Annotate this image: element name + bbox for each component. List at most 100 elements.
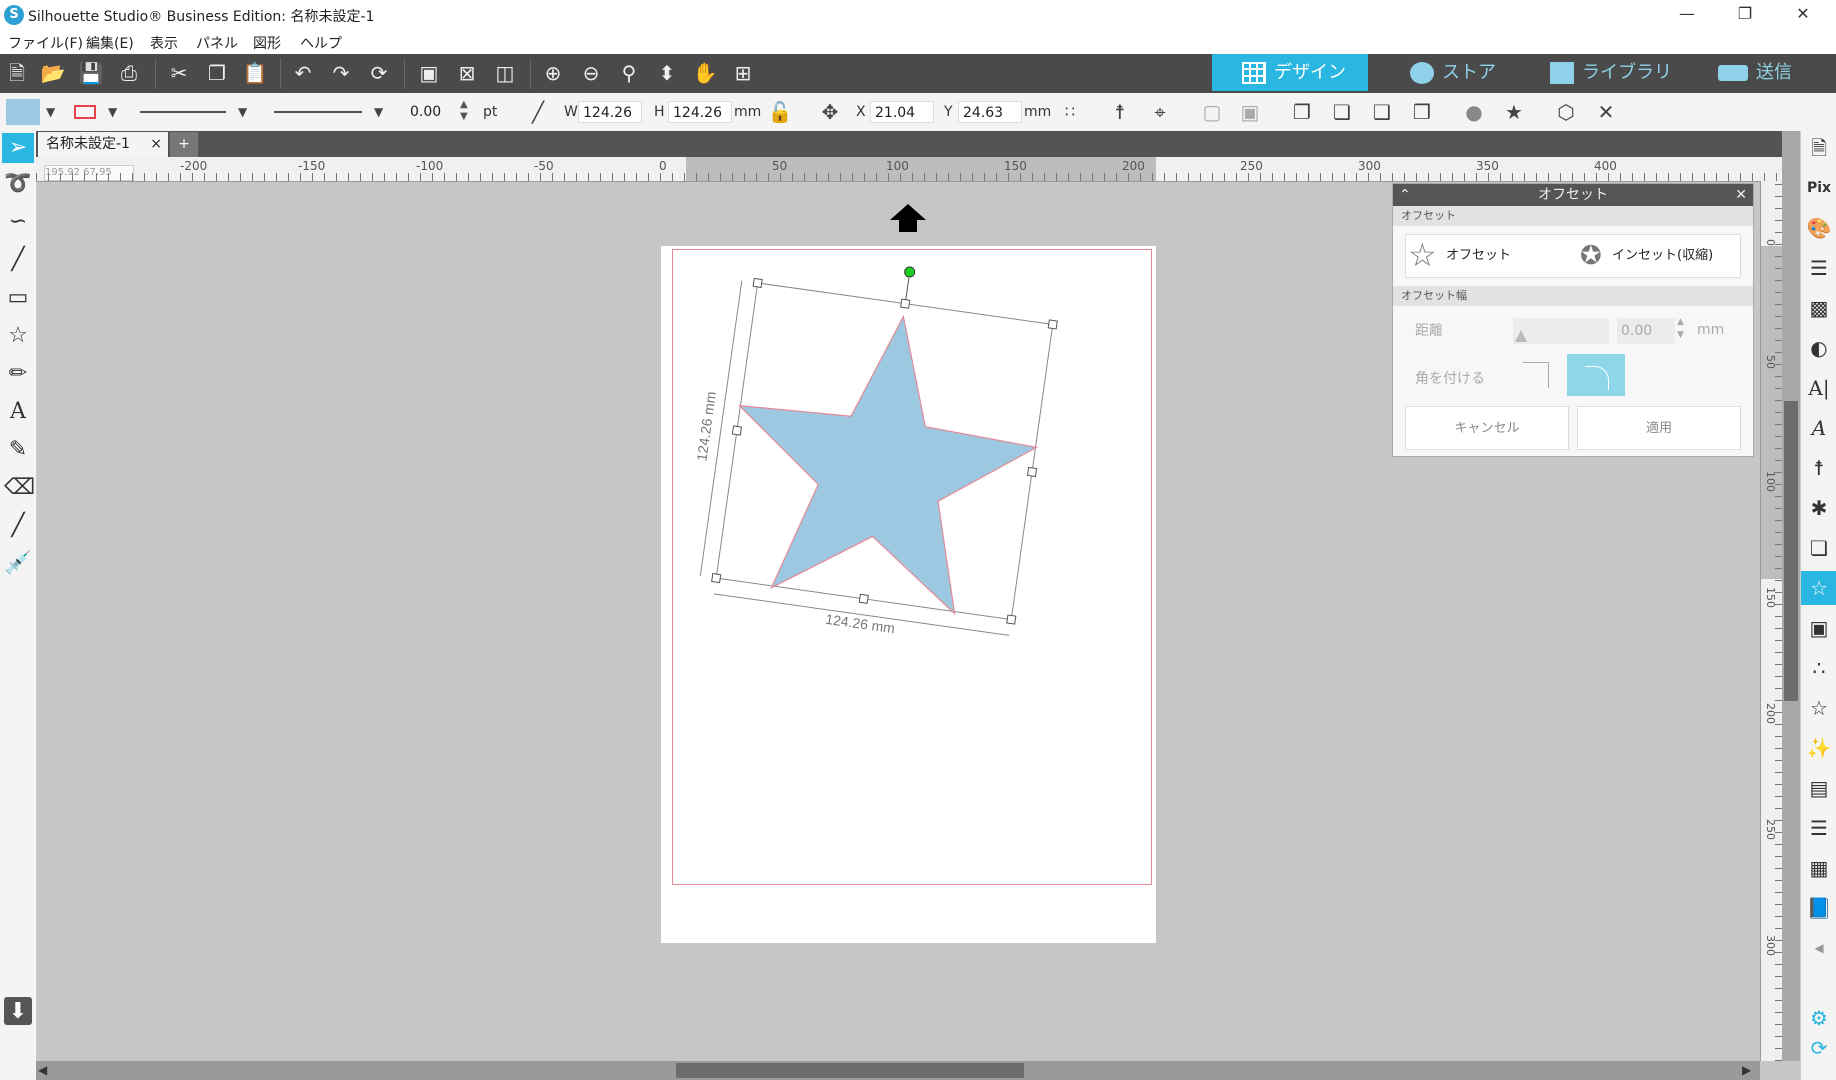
add-page-icon[interactable]: ⊞	[730, 60, 756, 86]
line-tool-icon[interactable]: ╱	[524, 99, 552, 125]
nesting-icon[interactable]: ▤	[1805, 771, 1833, 805]
curve-tool-icon[interactable]: ∽	[4, 207, 32, 237]
scroll-right-icon[interactable]: ▶	[1742, 1063, 1751, 1077]
add-tab-button[interactable]: +	[170, 132, 198, 157]
zoom-out-icon[interactable]: ⊖	[578, 60, 604, 86]
inset-star-icon[interactable]: ✪	[1580, 241, 1602, 271]
distance-input[interactable]: 0.00	[1617, 318, 1675, 344]
align-center-icon[interactable]: ☨	[1106, 99, 1134, 125]
weld-icon[interactable]: ●	[1460, 99, 1488, 125]
zoom-in-icon[interactable]: ⊕	[540, 60, 566, 86]
text-tool-icon[interactable]: A	[4, 397, 32, 427]
open-folder-icon[interactable]: 📂	[40, 60, 66, 86]
menu-help[interactable]: ヘルプ	[300, 33, 342, 53]
menu-file[interactable]: ファイル(F)	[8, 33, 83, 53]
resize-handle[interactable]	[752, 277, 763, 289]
cut-icon[interactable]: ✂	[166, 60, 192, 86]
line-join-preview[interactable]	[274, 111, 362, 113]
delete-icon[interactable]: ✕	[1592, 99, 1620, 125]
menu-edit[interactable]: 編集(E)	[86, 33, 134, 53]
resize-handle[interactable]	[1006, 614, 1017, 625]
horizontal-scrollbar[interactable]: ◀ ▶	[36, 1061, 1760, 1080]
new-file-icon[interactable]: 🗎	[4, 60, 30, 86]
line-style-icon[interactable]: ☰	[1805, 251, 1833, 285]
distance-slider[interactable]	[1513, 318, 1609, 344]
distance-stepper[interactable]: ▲ ▼	[1677, 316, 1684, 342]
bring-front-icon[interactable]: ❐	[1288, 99, 1316, 125]
close-button[interactable]: ✕	[1774, 0, 1832, 30]
inset-button[interactable]: インセット(収縮)	[1612, 235, 1713, 277]
offset-star-icon[interactable]: ☆	[1408, 237, 1437, 273]
resize-handle[interactable]	[858, 593, 869, 604]
deselect-icon[interactable]: ⊠	[454, 60, 480, 86]
library-star-icon[interactable]: ☆	[1805, 691, 1833, 725]
page-setup-icon[interactable]: 🗎	[1805, 131, 1833, 165]
star-shape[interactable]	[715, 296, 1052, 622]
knife-tool-icon[interactable]: ╱	[4, 511, 32, 541]
copy-icon[interactable]: ❐	[204, 60, 230, 86]
pencil-tool-icon[interactable]: ✏	[4, 359, 32, 389]
send-backward-icon[interactable]: ❑	[1368, 99, 1396, 125]
select-tool-icon[interactable]: ➢	[2, 133, 34, 163]
line-join-dropdown-icon[interactable]: ▼	[374, 99, 383, 125]
paste-icon[interactable]: 📋	[242, 60, 268, 86]
vertical-scroll-thumb[interactable]	[1784, 401, 1798, 701]
sketch-fill-icon[interactable]: ☰	[1805, 811, 1833, 845]
fill-palette-icon[interactable]: 🎨	[1805, 211, 1833, 245]
sync-icon[interactable]: ⟳	[1805, 1031, 1833, 1065]
select-all-icon[interactable]: ▣	[416, 60, 442, 86]
point-edit-tool-icon[interactable]: ➰	[4, 169, 32, 199]
zoom-select-icon[interactable]: ⚲	[616, 60, 642, 86]
apply-button[interactable]: 適用	[1577, 406, 1741, 450]
3d-view-icon[interactable]: 📘	[1805, 891, 1833, 925]
resize-handle[interactable]	[1026, 466, 1038, 478]
pan-hand-icon[interactable]: ✋	[692, 60, 718, 86]
bring-forward-icon[interactable]: ❏	[1328, 99, 1356, 125]
close-tab-icon[interactable]: ×	[150, 132, 162, 157]
eyedropper-tool-icon[interactable]: 💉	[4, 549, 32, 579]
transform-icon[interactable]: ✱	[1805, 491, 1833, 525]
rotate-handle[interactable]	[904, 266, 916, 278]
gradient-icon[interactable]: ◐	[1805, 331, 1833, 365]
trace-icon[interactable]: ▣	[1805, 611, 1833, 645]
library-drawer-icon[interactable]: ⬇	[4, 997, 32, 1025]
line-style-dropdown-icon[interactable]: ▼	[238, 99, 247, 125]
slider-thumb-icon[interactable]	[1515, 330, 1527, 342]
offset-panel-icon[interactable]: ☆	[1801, 571, 1836, 605]
height-input[interactable]: 124.26	[668, 101, 732, 123]
anchor-grid-icon[interactable]: ∷	[1056, 99, 1084, 125]
width-input[interactable]: 124.26	[578, 101, 642, 123]
line-width-stepper[interactable]: ▲ ▼	[460, 99, 468, 123]
collapse-icon[interactable]: ⌃	[1399, 184, 1411, 206]
tab-send[interactable]: 送信	[1718, 54, 1836, 91]
text-to-path-icon[interactable]: A	[1805, 411, 1833, 445]
undo-icon[interactable]: ↶	[290, 60, 316, 86]
group-icon[interactable]: ▢	[1198, 99, 1226, 125]
resize-handle[interactable]	[731, 425, 743, 436]
resize-handle[interactable]	[900, 298, 911, 309]
fit-to-page-icon[interactable]: ⬍	[654, 60, 680, 86]
menu-view[interactable]: 表示	[150, 33, 178, 53]
layers-icon[interactable]: ▦	[1805, 851, 1833, 885]
x-input[interactable]: 21.04	[870, 101, 934, 123]
resize-handle[interactable]	[1047, 319, 1058, 330]
move-icon[interactable]: ✥	[816, 99, 844, 125]
menu-panel[interactable]: パネル	[196, 33, 238, 53]
redo-icon[interactable]: ↷	[328, 60, 354, 86]
eraser-tool-icon[interactable]: ⌫	[4, 473, 35, 503]
vertical-scrollbar[interactable]	[1782, 131, 1800, 1061]
y-input[interactable]: 24.63	[958, 101, 1022, 123]
fill-pattern-icon[interactable]: ▩	[1805, 291, 1833, 325]
restore-button[interactable]: ❐	[1716, 0, 1774, 30]
selected-shape[interactable]: 124.26 mm 124.26 mm	[640, 240, 1060, 660]
offset-star-icon[interactable]: ★	[1500, 99, 1528, 125]
horizontal-scroll-thumb[interactable]	[676, 1063, 1024, 1078]
panel-close-icon[interactable]: ✕	[1735, 184, 1747, 206]
resize-handle[interactable]	[711, 572, 722, 584]
replicate-icon[interactable]: ❏	[1805, 531, 1833, 565]
save-icon[interactable]: 💾	[78, 60, 104, 86]
tab-store[interactable]: ストア	[1410, 54, 1560, 91]
offset-panel-header[interactable]: ⌃ オフセット ✕	[1393, 184, 1753, 206]
tab-design[interactable]: デザイン	[1212, 54, 1368, 91]
rhinestone-icon[interactable]: ∴	[1805, 651, 1833, 685]
